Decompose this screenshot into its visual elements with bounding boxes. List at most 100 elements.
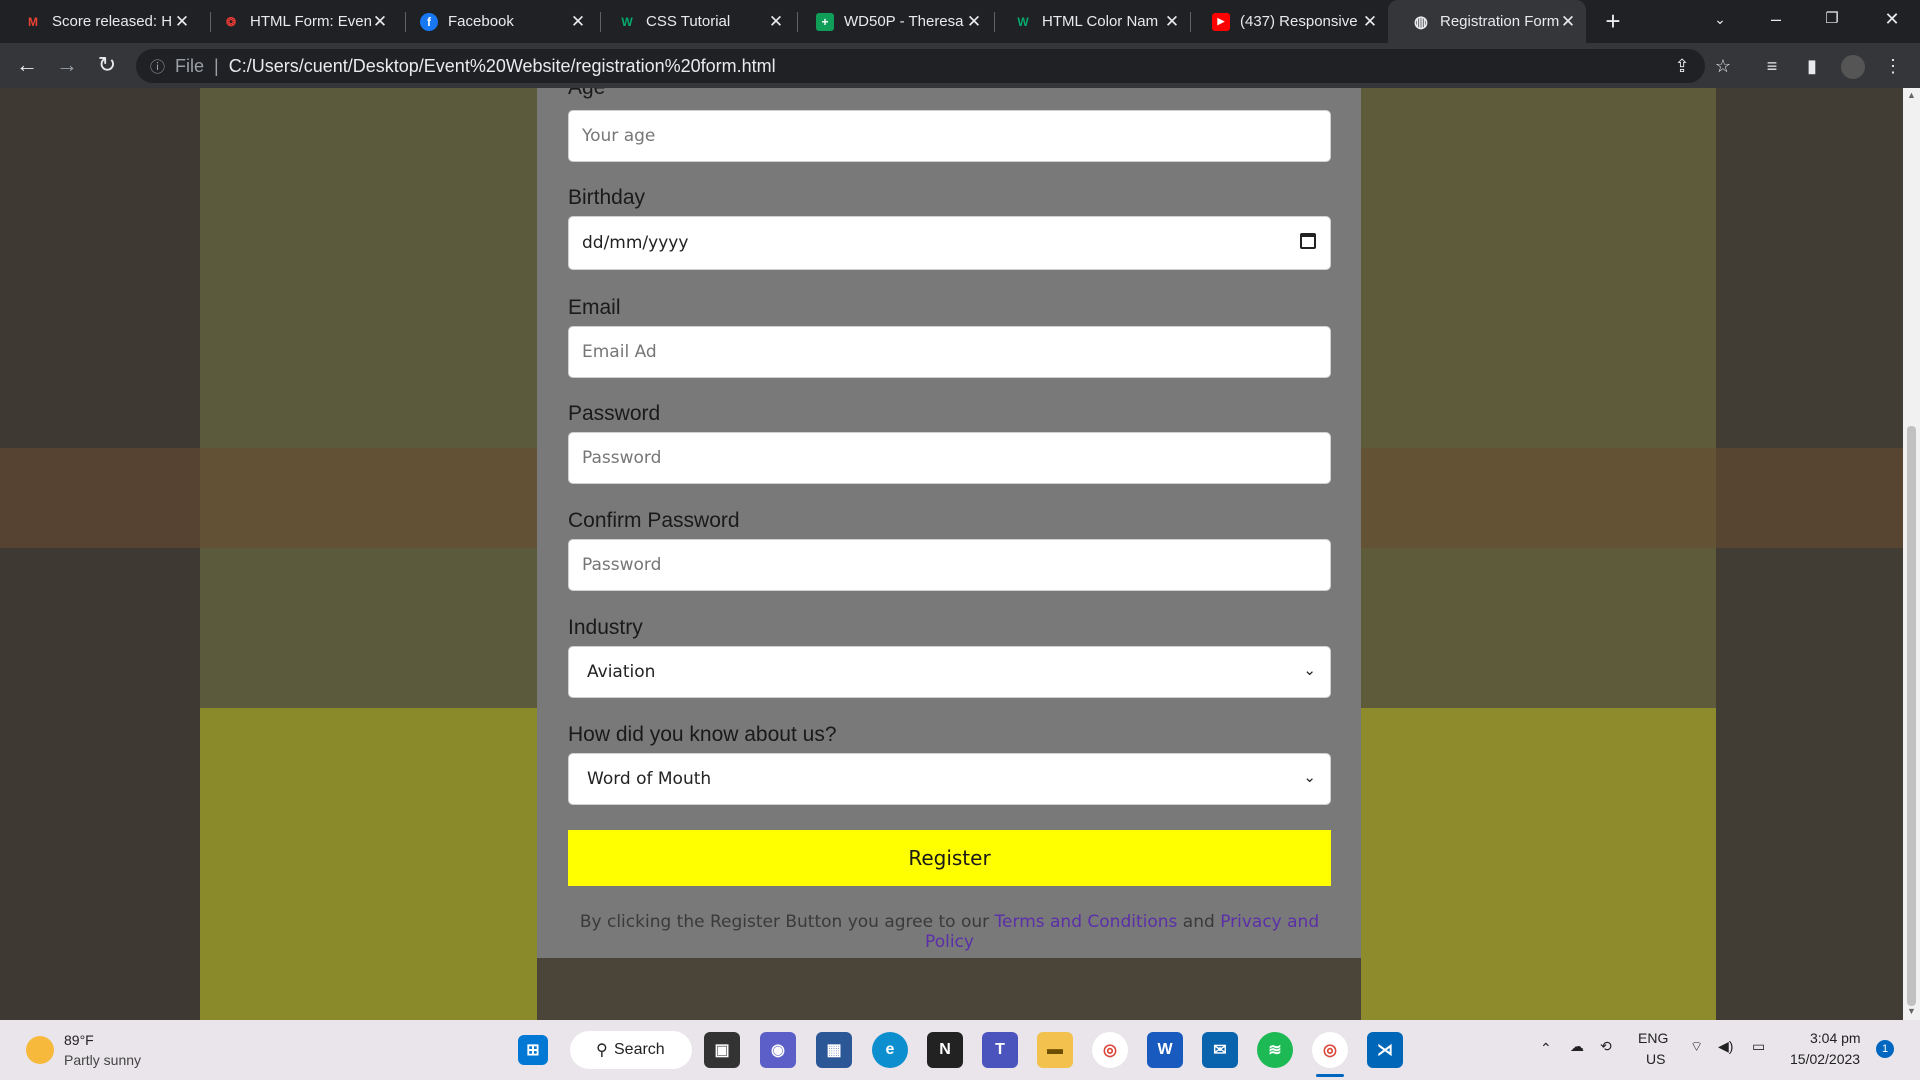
teams-icon[interactable]: T xyxy=(982,1032,1018,1068)
close-tab-icon[interactable]: ✕ xyxy=(1560,12,1576,32)
tab-youtube[interactable]: ▶ (437) Responsive ✕ xyxy=(1188,0,1388,43)
edge-icon[interactable]: e xyxy=(872,1032,908,1068)
bookmark-star-icon[interactable]: ☆ xyxy=(1708,51,1738,81)
tab-title: CSS Tutorial xyxy=(646,13,731,30)
close-tab-icon[interactable]: ✕ xyxy=(1362,12,1378,32)
background-art xyxy=(1361,708,1716,1020)
tab-title: Score released: H xyxy=(52,13,173,30)
page-scrollbar[interactable]: ▲ ▼ xyxy=(1903,88,1920,1020)
scrollbar-thumb[interactable] xyxy=(1907,426,1916,1006)
background-art xyxy=(0,88,200,1020)
terms-link[interactable]: Terms and Conditions xyxy=(995,912,1178,932)
language-region[interactable]: US xyxy=(1646,1051,1665,1067)
source-select[interactable]: Word of Mouth ⌄ xyxy=(568,753,1331,805)
birthday-label: Birthday xyxy=(568,186,646,209)
close-tab-icon[interactable]: ✕ xyxy=(1164,12,1180,32)
chevron-down-icon: ⌄ xyxy=(1303,661,1316,679)
wifi-icon[interactable]: ⌔ xyxy=(1690,1038,1703,1056)
terms-prefix: By clicking the Register Button you agre… xyxy=(579,912,990,932)
close-tab-icon[interactable]: ✕ xyxy=(570,12,586,32)
search-label: Search xyxy=(614,1041,665,1058)
tab-title: (437) Responsive xyxy=(1240,13,1358,30)
restore-button[interactable]: ❐ xyxy=(1804,0,1860,40)
menu-kebab-icon[interactable]: ⋮ xyxy=(1878,51,1908,81)
profile-avatar[interactable] xyxy=(1838,51,1868,81)
email-placeholder: Email Ad xyxy=(582,342,657,362)
clock-date[interactable]: 15/02/2023 xyxy=(1790,1051,1860,1067)
email-input[interactable]: Email Ad xyxy=(568,326,1331,378)
minimize-button[interactable]: – xyxy=(1748,0,1804,40)
scroll-up-icon[interactable]: ▲ xyxy=(1907,90,1916,100)
chat-icon[interactable]: ◉ xyxy=(760,1032,796,1068)
reading-list-icon[interactable]: ≡ xyxy=(1757,51,1787,81)
tab-css-tutorial[interactable]: W CSS Tutorial ✕ xyxy=(594,0,794,43)
tab-html-color[interactable]: W HTML Color Nam ✕ xyxy=(990,0,1190,43)
scroll-down-icon[interactable]: ▼ xyxy=(1907,1006,1916,1016)
address-prefix: File xyxy=(175,55,205,76)
chrome-profile-icon[interactable]: ◎ xyxy=(1312,1032,1348,1068)
side-panel-icon[interactable]: ▮ xyxy=(1797,51,1827,81)
sheets-icon: + xyxy=(816,12,834,31)
mail-icon[interactable]: ✉ xyxy=(1202,1032,1238,1068)
address-bar[interactable]: ⓘ File | C:/Users/cuent/Desktop/Event%20… xyxy=(136,49,1705,83)
confirm-password-input[interactable]: Password xyxy=(568,539,1331,591)
close-tab-icon[interactable]: ✕ xyxy=(768,12,784,32)
new-tab-button[interactable]: + xyxy=(1598,6,1628,36)
terms-notice: By clicking the Register Button you agre… xyxy=(568,912,1331,952)
calendar-icon[interactable] xyxy=(1300,233,1316,249)
tab-title: HTML Color Nam xyxy=(1042,13,1159,30)
tab-html-form[interactable]: ❂ HTML Form: Even ✕ xyxy=(198,0,398,43)
sync-icon[interactable]: ⟲ xyxy=(1600,1038,1612,1055)
tab-title: WD50P - Theresa xyxy=(844,13,964,30)
task-view-icon[interactable]: ▣ xyxy=(704,1032,740,1068)
age-input[interactable]: Your age xyxy=(568,110,1331,162)
share-icon[interactable]: ⇪ xyxy=(1667,51,1697,81)
chrome-icon[interactable]: ◎ xyxy=(1092,1032,1128,1068)
age-label: Age xyxy=(568,88,605,100)
close-window-button[interactable]: ✕ xyxy=(1864,0,1920,40)
close-tab-icon[interactable]: ✕ xyxy=(174,12,190,32)
notion-icon[interactable]: N xyxy=(927,1032,963,1068)
tray-chevron-up-icon[interactable]: ⌃ xyxy=(1540,1040,1552,1057)
close-tab-icon[interactable]: ✕ xyxy=(372,12,388,32)
weather-temperature[interactable]: 89°F xyxy=(64,1032,94,1048)
windows-start-icon[interactable]: ⊞ xyxy=(518,1035,548,1065)
clock-time[interactable]: 3:04 pm xyxy=(1810,1030,1861,1046)
industry-select[interactable]: Aviation ⌄ xyxy=(568,646,1331,698)
weather-description[interactable]: Partly sunny xyxy=(64,1052,141,1068)
industry-value: Aviation xyxy=(587,662,656,682)
language-indicator[interactable]: ENG xyxy=(1638,1030,1668,1046)
store-icon[interactable]: ▦ xyxy=(816,1032,852,1068)
birthday-input[interactable]: dd/mm/yyyy xyxy=(568,216,1331,270)
taskbar-search[interactable]: ⚲ Search xyxy=(570,1031,692,1069)
register-button[interactable]: Register xyxy=(568,830,1331,886)
tab-gmail[interactable]: M Score released: H ✕ xyxy=(0,0,200,43)
tab-title: HTML Form: Even xyxy=(250,13,372,30)
back-arrow-icon[interactable]: ← xyxy=(12,50,42,80)
word-icon[interactable]: W xyxy=(1147,1032,1183,1068)
close-tab-icon[interactable]: ✕ xyxy=(966,12,982,32)
notification-badge[interactable]: 1 xyxy=(1876,1040,1894,1058)
file-explorer-icon[interactable]: ▬ xyxy=(1037,1032,1073,1068)
onedrive-icon[interactable]: ☁ xyxy=(1570,1038,1584,1055)
password-input[interactable]: Password xyxy=(568,432,1331,484)
tab-registration-form[interactable]: ◍ Registration Form ✕ xyxy=(1388,0,1586,43)
weather-sun-icon[interactable] xyxy=(26,1036,54,1064)
forward-arrow-icon[interactable]: → xyxy=(52,50,82,80)
w3schools-icon: W xyxy=(1017,14,1029,29)
volume-icon[interactable]: ◀) xyxy=(1718,1038,1733,1055)
tab-search-chevron-icon[interactable]: ⌄ xyxy=(1692,0,1748,40)
vscode-icon[interactable]: ⋊ xyxy=(1367,1032,1403,1068)
tab-sheets[interactable]: + WD50P - Theresa ✕ xyxy=(792,0,992,43)
page-viewport: Age Your age Birthday dd/mm/yyyy Email E… xyxy=(0,88,1903,1020)
gmail-icon: M xyxy=(28,14,38,29)
spotify-icon[interactable]: ≋ xyxy=(1257,1032,1293,1068)
source-label: How did you know about us? xyxy=(568,723,837,746)
battery-icon[interactable]: ▭ xyxy=(1752,1038,1765,1055)
info-icon[interactable]: ⓘ xyxy=(150,56,165,77)
tab-facebook[interactable]: f Facebook ✕ xyxy=(396,0,596,43)
address-url[interactable]: C:/Users/cuent/Desktop/Event%20Website/r… xyxy=(229,56,776,77)
reload-icon[interactable]: ↻ xyxy=(92,50,122,80)
birthday-value: dd/mm/yyyy xyxy=(582,233,689,253)
confirm-password-label: Confirm Password xyxy=(568,509,740,532)
